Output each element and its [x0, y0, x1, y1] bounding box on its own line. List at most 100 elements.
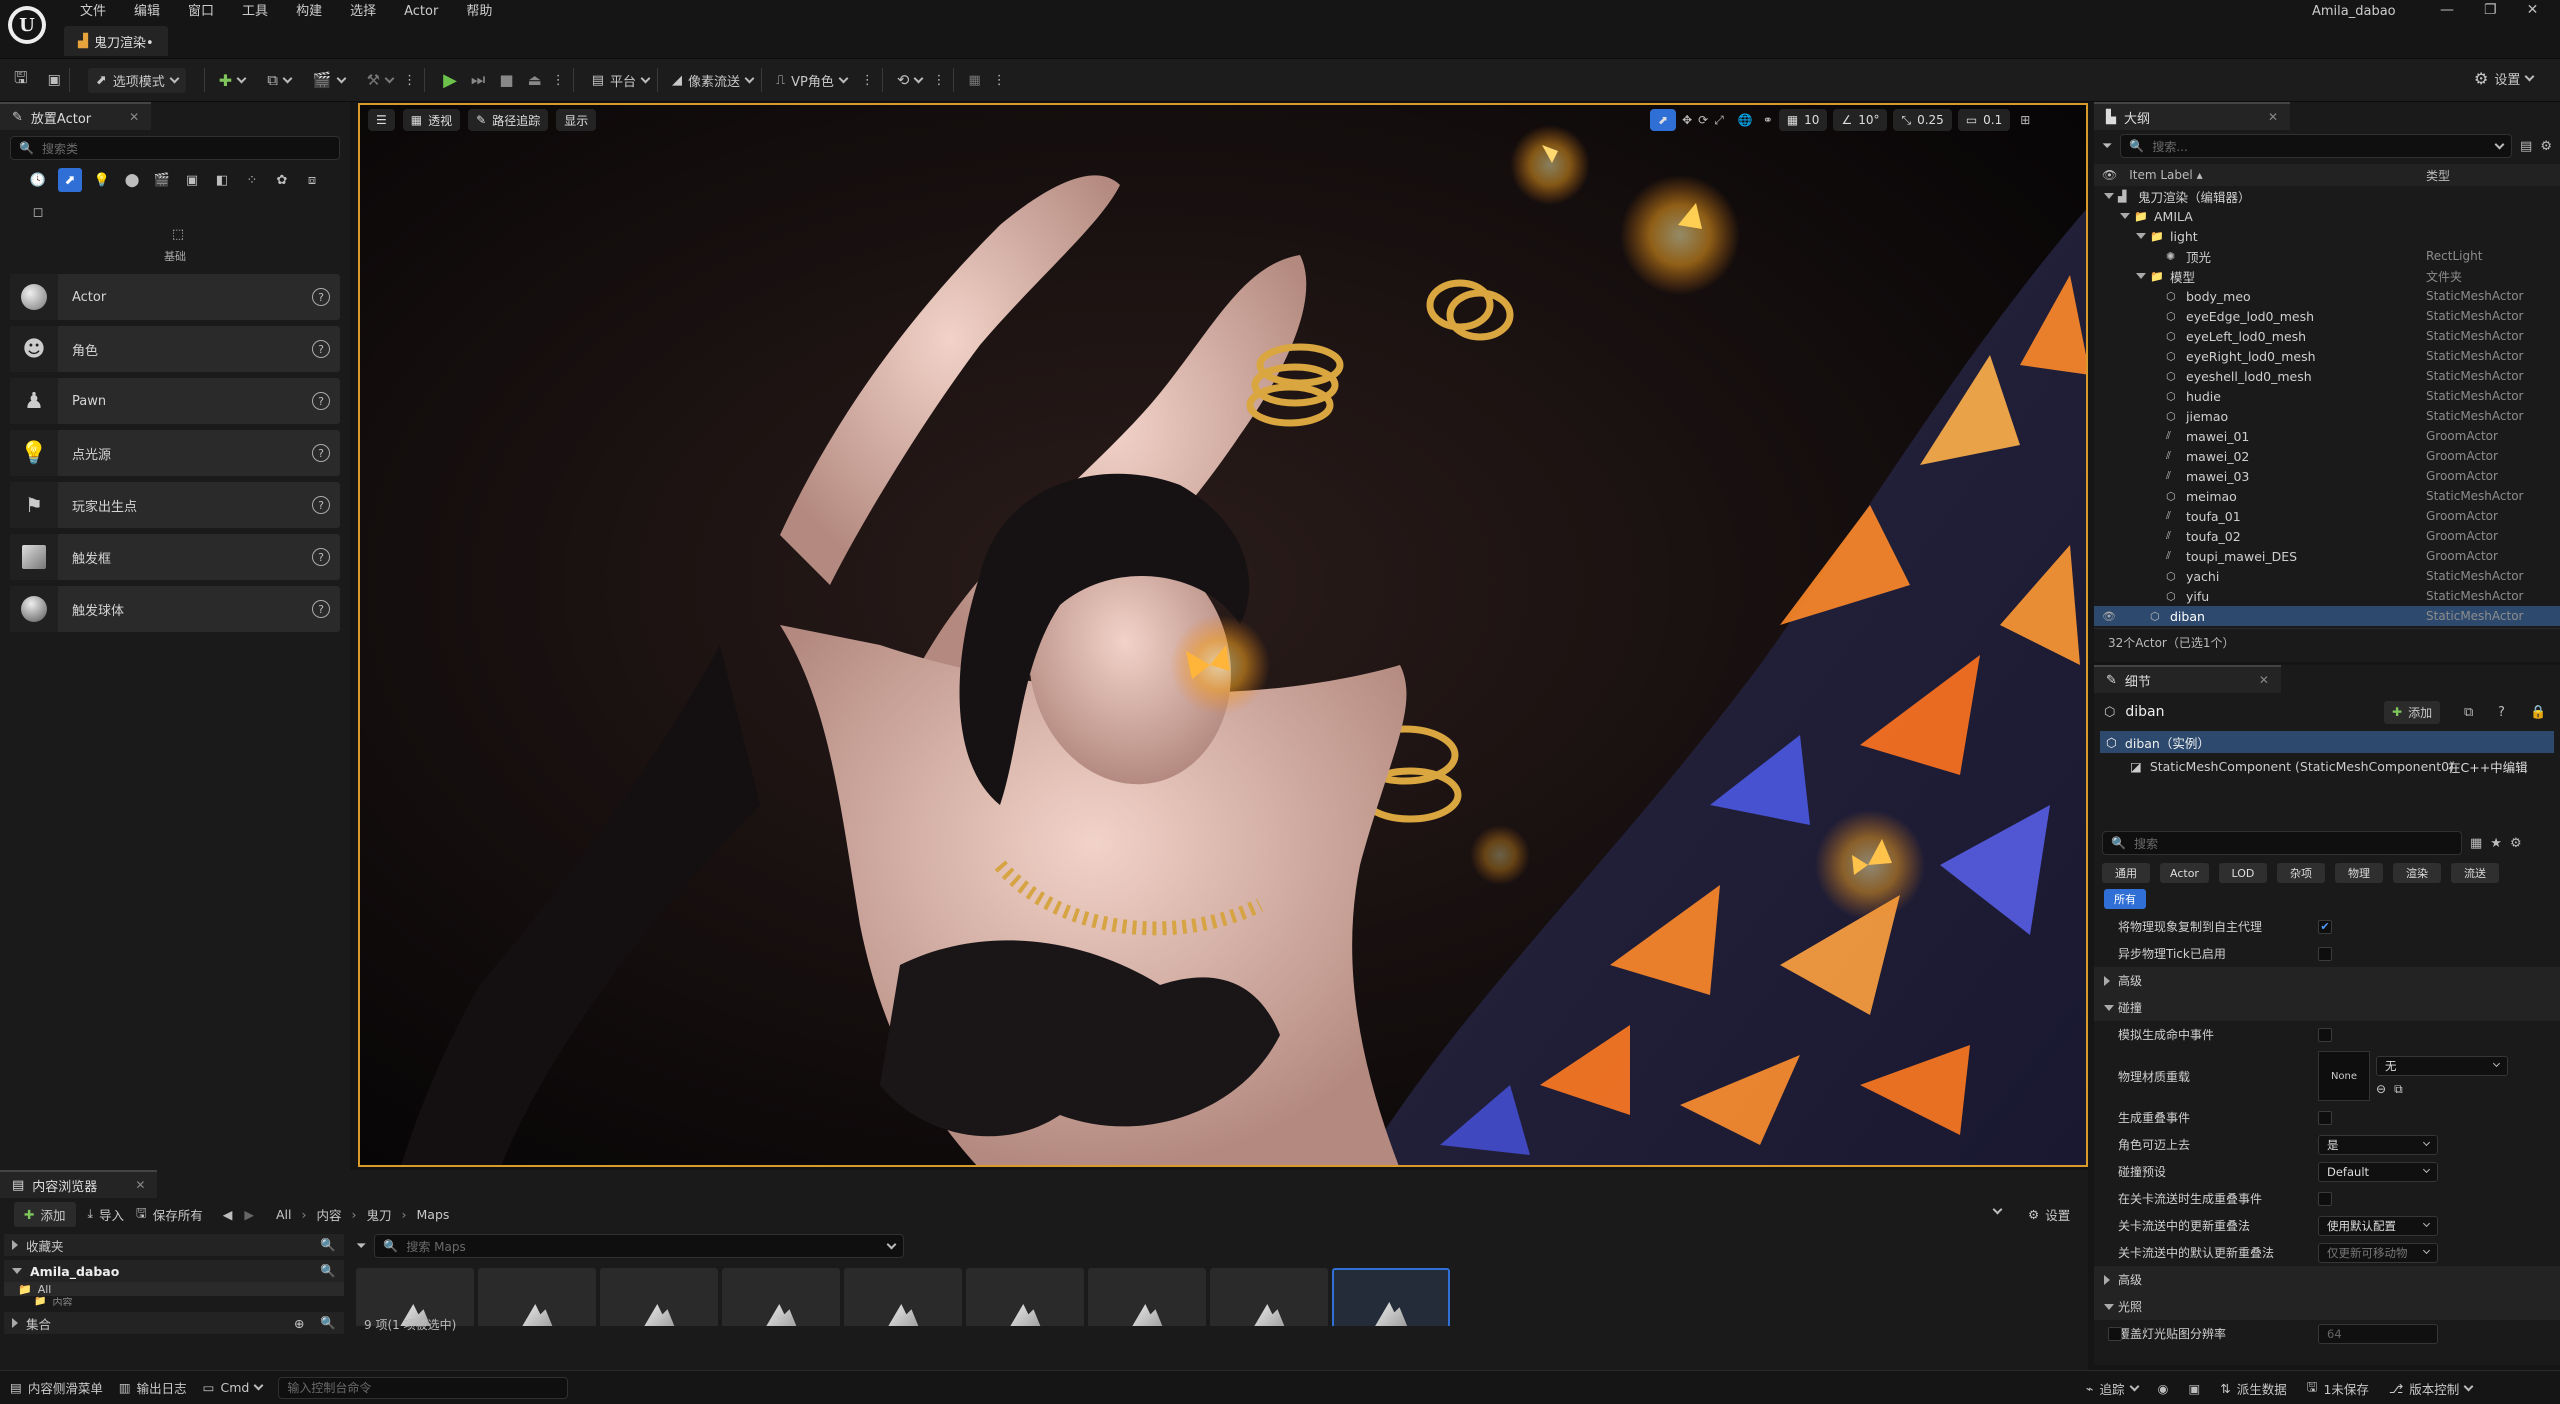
filter-tab[interactable]: Actor	[2160, 863, 2209, 883]
help-icon[interactable]: ?	[312, 288, 330, 306]
perspective-button[interactable]: ▦ 透视	[402, 109, 461, 131]
place-item-trigger-box[interactable]: 触发框 ?	[10, 534, 340, 580]
outliner-row[interactable]: ⫽ toufa_01 GroomActor	[2094, 506, 2560, 526]
place-item-point-light[interactable]: 💡 点光源 ?	[10, 430, 340, 476]
star-icon[interactable]: ★	[2490, 836, 2502, 851]
extra-category-icon[interactable]: ⬚	[168, 224, 188, 244]
menu-item[interactable]: 工具	[228, 2, 282, 22]
outliner-row[interactable]: 📁 AMILA	[2094, 206, 2560, 226]
add-actor-icon[interactable]: ✚	[219, 71, 232, 90]
menu-item[interactable]: 帮助	[452, 2, 506, 22]
property-dropdown[interactable]: Default	[2318, 1161, 2438, 1182]
table-view-icon[interactable]: ▦	[2470, 836, 2482, 851]
cinematic-icon[interactable]: 🎬	[152, 170, 172, 190]
select-tool-icon[interactable]: ⬈	[1650, 109, 1677, 131]
level-viewport[interactable]: ☰ ▦ 透视 ✎ 路径追踪 显示 ⬈ ✥ ⟳ ⤢ 🌐 ⚭ ▦ 10 ∠ 10° ⤡ 0.2…	[358, 103, 2088, 1167]
recent-icon[interactable]: 🕓	[28, 170, 48, 190]
save-icon[interactable]: 🖫	[14, 67, 28, 94]
help-icon[interactable]: ?	[312, 548, 330, 566]
outliner-row[interactable]: ⬡ body_meo StaticMeshActor	[2094, 286, 2560, 306]
menu-item[interactable]: 窗口	[174, 2, 228, 22]
help-icon[interactable]: ?	[312, 340, 330, 358]
camera-speed-button[interactable]: ▭ 0.1	[1957, 109, 2011, 131]
breadcrumb-item[interactable]: 鬼刀	[366, 1205, 391, 1224]
property-checkbox[interactable]	[2318, 1027, 2332, 1042]
shapes-icon[interactable]: ⬤	[122, 170, 142, 190]
folder-all[interactable]: 📁 All	[4, 1282, 344, 1296]
settings-button[interactable]: ⚙ 设置	[2474, 69, 2535, 88]
output-log-button[interactable]: ▥ 输出日志	[119, 1378, 187, 1397]
camera-icon[interactable]: ▣	[2188, 1381, 2200, 1396]
chevron-down-icon[interactable]	[886, 1239, 897, 1249]
stop-icon[interactable]: ■	[499, 71, 513, 89]
menu-item[interactable]: Actor	[390, 2, 452, 22]
close-icon[interactable]: ✕	[129, 110, 139, 124]
outliner-row[interactable]: ⬡ eyeLeft_lod0_mesh StaticMeshActor	[2094, 326, 2560, 346]
property-checkbox[interactable]	[2318, 946, 2332, 961]
back-icon[interactable]: ◀	[223, 1207, 233, 1222]
property-section[interactable]: 高级	[2094, 1266, 2560, 1293]
outliner-row[interactable]: ⫽ toufa_02 GroomActor	[2094, 526, 2560, 546]
minimize-icon[interactable]: —	[2440, 2, 2454, 18]
pixel-streaming-button[interactable]: ◢ 像素流送	[672, 71, 755, 90]
place-item-trigger-sphere[interactable]: 触发球体 ?	[10, 586, 340, 632]
outliner-row[interactable]: ⬡ eyeEdge_lod0_mesh StaticMeshActor	[2094, 306, 2560, 326]
settings-button[interactable]: ⚙ 设置	[2028, 1205, 2070, 1224]
property-number-input[interactable]: 64	[2318, 1323, 2438, 1344]
menu-item[interactable]: 文件	[66, 2, 120, 22]
class-search-input[interactable]: 🔍 搜索类	[10, 136, 340, 160]
property-checkbox[interactable]: ✔	[2318, 919, 2332, 934]
property-dropdown[interactable]: 仅更新可移动物	[2318, 1242, 2438, 1263]
filter-tab[interactable]: 渲染	[2392, 863, 2441, 883]
content-browser-tab[interactable]: ▤ 内容浏览器 ✕	[0, 1170, 158, 1198]
forward-icon[interactable]: ▶	[244, 1207, 254, 1222]
lock-icon[interactable]: 🔒	[2530, 705, 2546, 720]
cmd-button[interactable]: ▭ Cmd	[203, 1380, 264, 1395]
material-dropdown[interactable]: 无	[2376, 1055, 2508, 1076]
close-icon[interactable]: ✕	[2259, 673, 2269, 687]
asset-search-input[interactable]: 🔍 搜索 Maps	[374, 1234, 905, 1258]
visual-effects-icon[interactable]: ▣	[182, 170, 202, 190]
path-tracing-button[interactable]: ✎ 路径追踪	[468, 109, 549, 131]
platform-button[interactable]: ▤ 平台	[592, 71, 651, 90]
world-local-icon[interactable]: 🌐	[1738, 113, 1753, 127]
details-tab[interactable]: ✎ 细节 ✕	[2094, 665, 2281, 693]
help-icon[interactable]: ?	[312, 392, 330, 410]
basic-icon[interactable]: ⬈	[58, 168, 82, 192]
blueprint-icon[interactable]: ⧉	[2464, 705, 2473, 720]
asset-tile[interactable]	[844, 1268, 962, 1326]
scale-snap-button[interactable]: ⤡ 0.25	[1893, 109, 1952, 131]
outliner-row[interactable]: ⬡ eyeRight_lod0_mesh StaticMeshActor	[2094, 346, 2560, 366]
property-section[interactable]: 光照	[2094, 1293, 2560, 1320]
project-section[interactable]: Amila_dabao 🔍	[4, 1260, 344, 1282]
outliner-row[interactable]: 📁 light	[2094, 226, 2560, 246]
outliner-row[interactable]: ⬡ jiemao StaticMeshActor	[2094, 406, 2560, 426]
instance-row[interactable]: ⬡ diban（实例）	[2100, 731, 2554, 753]
add-folder-icon[interactable]: ▤	[2520, 139, 2532, 154]
outliner-tab[interactable]: ▙ 大纲 ✕	[2094, 102, 2291, 130]
outliner-row[interactable]: ⫽ mawei_03 GroomActor	[2094, 466, 2560, 486]
select-mode-button[interactable]: ⬈ 选项模式	[87, 67, 186, 93]
add-collection-icon[interactable]: ⊕	[294, 1316, 304, 1331]
filter-tab[interactable]: 通用	[2102, 863, 2150, 883]
outliner-row[interactable]: ⬡ yifu StaticMeshActor	[2094, 586, 2560, 606]
chevron-down-icon[interactable]	[2494, 139, 2505, 149]
property-section[interactable]: 高级	[2094, 967, 2560, 994]
add-component-button[interactable]: ✚ 添加	[2384, 700, 2441, 724]
item-label-header[interactable]: Item Label ▴	[2129, 168, 2202, 182]
surface-snap-icon[interactable]: ⚭	[1763, 113, 1773, 127]
live-coding-icon[interactable]: ▦	[968, 73, 980, 88]
world-icon[interactable]: ◉	[2158, 1381, 2169, 1396]
scale-tool-icon[interactable]: ⤢	[1714, 113, 1724, 128]
asset-tile[interactable]	[1332, 1268, 1450, 1326]
all-classes-icon[interactable]: ⁘	[242, 170, 262, 190]
level-tab[interactable]: ▟ 鬼刀渲染•	[64, 26, 168, 56]
override-checkbox[interactable]	[2108, 1326, 2122, 1341]
show-button[interactable]: 显示	[556, 109, 597, 131]
content-drawer-button[interactable]: ▤ 内容侧滑菜单	[10, 1378, 103, 1397]
breadcrumb-item[interactable]: All	[276, 1207, 292, 1222]
outliner-search-input[interactable]: 🔍 搜索...	[2120, 134, 2513, 158]
collapse-icon[interactable]	[2136, 233, 2146, 239]
viewport-menu-button[interactable]: ☰	[368, 109, 395, 131]
vp-role-button[interactable]: ⎍ VP角色	[776, 71, 849, 90]
